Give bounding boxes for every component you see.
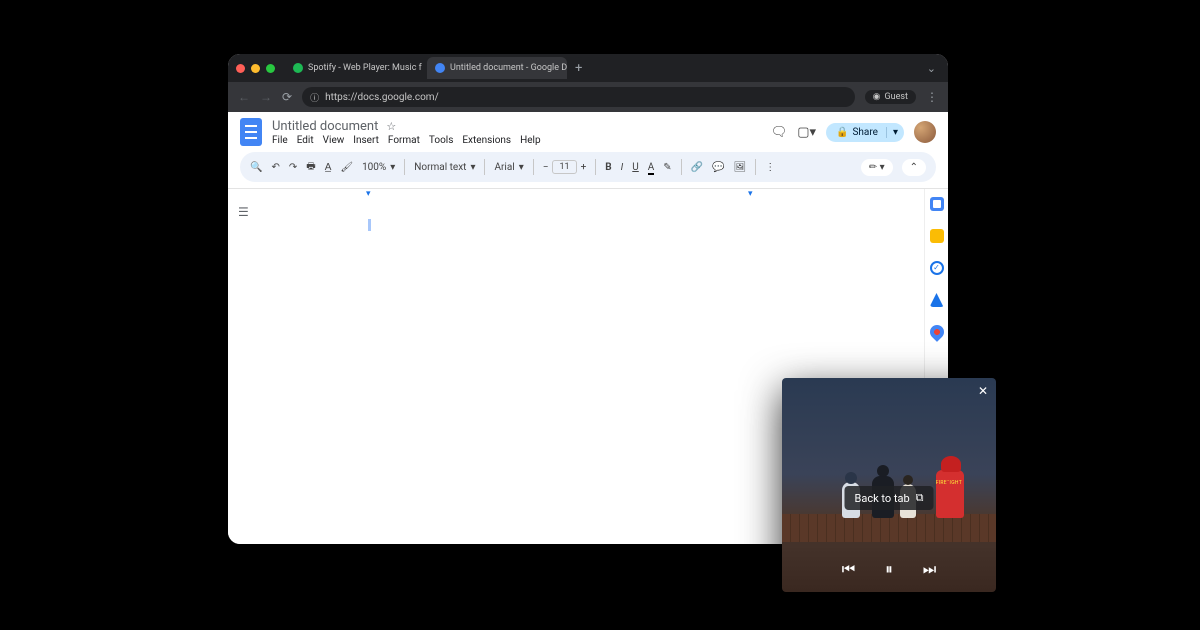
menu-format[interactable]: Format (388, 135, 420, 146)
font-size-value[interactable]: 11 (552, 160, 576, 174)
menu-file[interactable]: File (272, 135, 288, 146)
forward-button[interactable]: → (260, 90, 272, 104)
text-color-button[interactable]: A (648, 162, 655, 173)
menu-view[interactable]: View (323, 135, 345, 146)
style-select[interactable]: Normal text▾ (414, 162, 475, 173)
tab-spotify[interactable]: Spotify - Web Player: Music f ✕ (285, 57, 425, 79)
editing-mode-button[interactable]: ✏ ▾ (861, 159, 893, 176)
spotify-favicon-icon (293, 63, 303, 73)
menu-extensions[interactable]: Extensions (462, 135, 511, 146)
back-button[interactable]: ← (238, 90, 250, 104)
maps-icon[interactable] (927, 322, 947, 342)
outline-toggle-icon[interactable]: ☰ (238, 205, 249, 219)
address-bar: ← → ⟳ ⓘ https://docs.google.com/ ◉ Guest… (228, 82, 948, 112)
spellcheck-button[interactable]: A̲ (325, 162, 332, 173)
back-to-tab-label: Back to tab (854, 492, 909, 505)
insert-image-button[interactable]: 🖼 (734, 162, 747, 173)
comment-history-icon[interactable]: 🗨 (771, 125, 788, 140)
tab-title: Spotify - Web Player: Music f (308, 63, 422, 73)
guest-icon: ◉ (873, 92, 881, 102)
keep-icon[interactable] (930, 229, 944, 243)
picture-in-picture-window[interactable]: ✕ Back to tab ⧉ ⏮ ⏸ ⏭ (782, 378, 996, 592)
insert-comment-button[interactable]: 💬 (712, 162, 724, 173)
pause-button[interactable]: ⏸ (885, 560, 893, 578)
text-cursor (368, 219, 371, 231)
more-icon[interactable]: ⋮ (765, 162, 775, 173)
maximize-window-button[interactable] (266, 64, 275, 73)
docs-app: Untitled document ☆ File Edit View Inser… (228, 112, 948, 182)
lock-icon: 🔒 (836, 127, 848, 138)
menu-help[interactable]: Help (520, 135, 540, 146)
previous-track-button[interactable]: ⏮ (842, 560, 856, 578)
underline-button[interactable]: U (632, 162, 638, 173)
zoom-select[interactable]: 100%▾ (362, 162, 395, 173)
open-in-new-icon: ⧉ (916, 491, 924, 505)
tab-google-docs[interactable]: Untitled document - Google D ✕ (427, 57, 567, 79)
docs-logo-icon[interactable] (240, 118, 262, 146)
meet-icon[interactable]: ▢▾ (797, 125, 816, 140)
url-text: https://docs.google.com/ (325, 92, 439, 103)
paint-format-button[interactable]: 🖌 (340, 162, 353, 173)
profile-label: Guest (885, 92, 908, 102)
tab-bar: Spotify - Web Player: Music f ✕ Untitled… (228, 54, 948, 82)
star-icon[interactable]: ☆ (386, 120, 396, 133)
share-button[interactable]: 🔒 Share ▾ (826, 123, 904, 142)
next-track-button[interactable]: ⏭ (923, 560, 937, 578)
profile-button[interactable]: ◉ Guest (865, 90, 916, 104)
url-input[interactable]: ⓘ https://docs.google.com/ (302, 87, 855, 107)
font-size-stepper[interactable]: − 11 + (543, 160, 587, 174)
ruler[interactable]: ▾ ▾ (228, 189, 928, 199)
kebab-menu-icon[interactable]: ⋮ (926, 90, 938, 104)
decrease-font-button[interactable]: − (543, 162, 549, 173)
font-select[interactable]: Arial▾ (494, 162, 523, 173)
share-dropdown-icon[interactable]: ▾ (886, 127, 898, 138)
hide-menus-button[interactable]: ⌃ (902, 159, 926, 176)
pip-media-controls: ⏮ ⏸ ⏭ (782, 560, 996, 578)
reload-button[interactable]: ⟳ (282, 90, 292, 104)
back-to-tab-button[interactable]: Back to tab ⧉ (844, 486, 933, 510)
window-controls (236, 64, 275, 73)
docs-favicon-icon (435, 63, 445, 73)
tasks-icon[interactable] (930, 261, 944, 275)
print-button[interactable]: 🖶 (306, 159, 315, 176)
insert-link-button[interactable]: 🔗 (691, 162, 703, 173)
menu-tools[interactable]: Tools (429, 135, 453, 146)
redo-button[interactable]: ↷ (289, 162, 297, 173)
highlight-button[interactable]: ✎ (663, 162, 671, 173)
search-icon[interactable]: 🔍 (250, 162, 262, 173)
tab-title: Untitled document - Google D (450, 63, 567, 73)
site-info-icon[interactable]: ⓘ (310, 91, 319, 104)
menu-bar: File Edit View Insert Format Tools Exten… (272, 135, 541, 146)
contacts-icon[interactable] (930, 293, 944, 307)
docs-title-bar: Untitled document ☆ File Edit View Inser… (228, 112, 948, 146)
minimize-window-button[interactable] (251, 64, 260, 73)
bold-button[interactable]: B (605, 162, 611, 173)
share-label: Share (852, 127, 877, 138)
menu-edit[interactable]: Edit (297, 135, 314, 146)
calendar-icon[interactable] (930, 197, 944, 211)
undo-button[interactable]: ↶ (271, 162, 279, 173)
pip-close-button[interactable]: ✕ (978, 384, 988, 398)
increase-font-button[interactable]: + (581, 162, 587, 173)
document-title[interactable]: Untitled document (272, 119, 378, 134)
chevron-down-icon[interactable]: ⌄ (927, 62, 936, 75)
italic-button[interactable]: I (621, 162, 624, 173)
left-indent-marker-icon[interactable]: ▾ (366, 189, 371, 199)
close-window-button[interactable] (236, 64, 245, 73)
menu-insert[interactable]: Insert (353, 135, 379, 146)
formatting-toolbar: 🔍 ↶ ↷ 🖶 A̲ 🖌 100%▾ Normal text▾ Arial▾ −… (240, 152, 936, 182)
right-indent-marker-icon[interactable]: ▾ (748, 189, 753, 199)
new-tab-button[interactable]: + (575, 61, 582, 76)
avatar[interactable] (914, 121, 936, 143)
